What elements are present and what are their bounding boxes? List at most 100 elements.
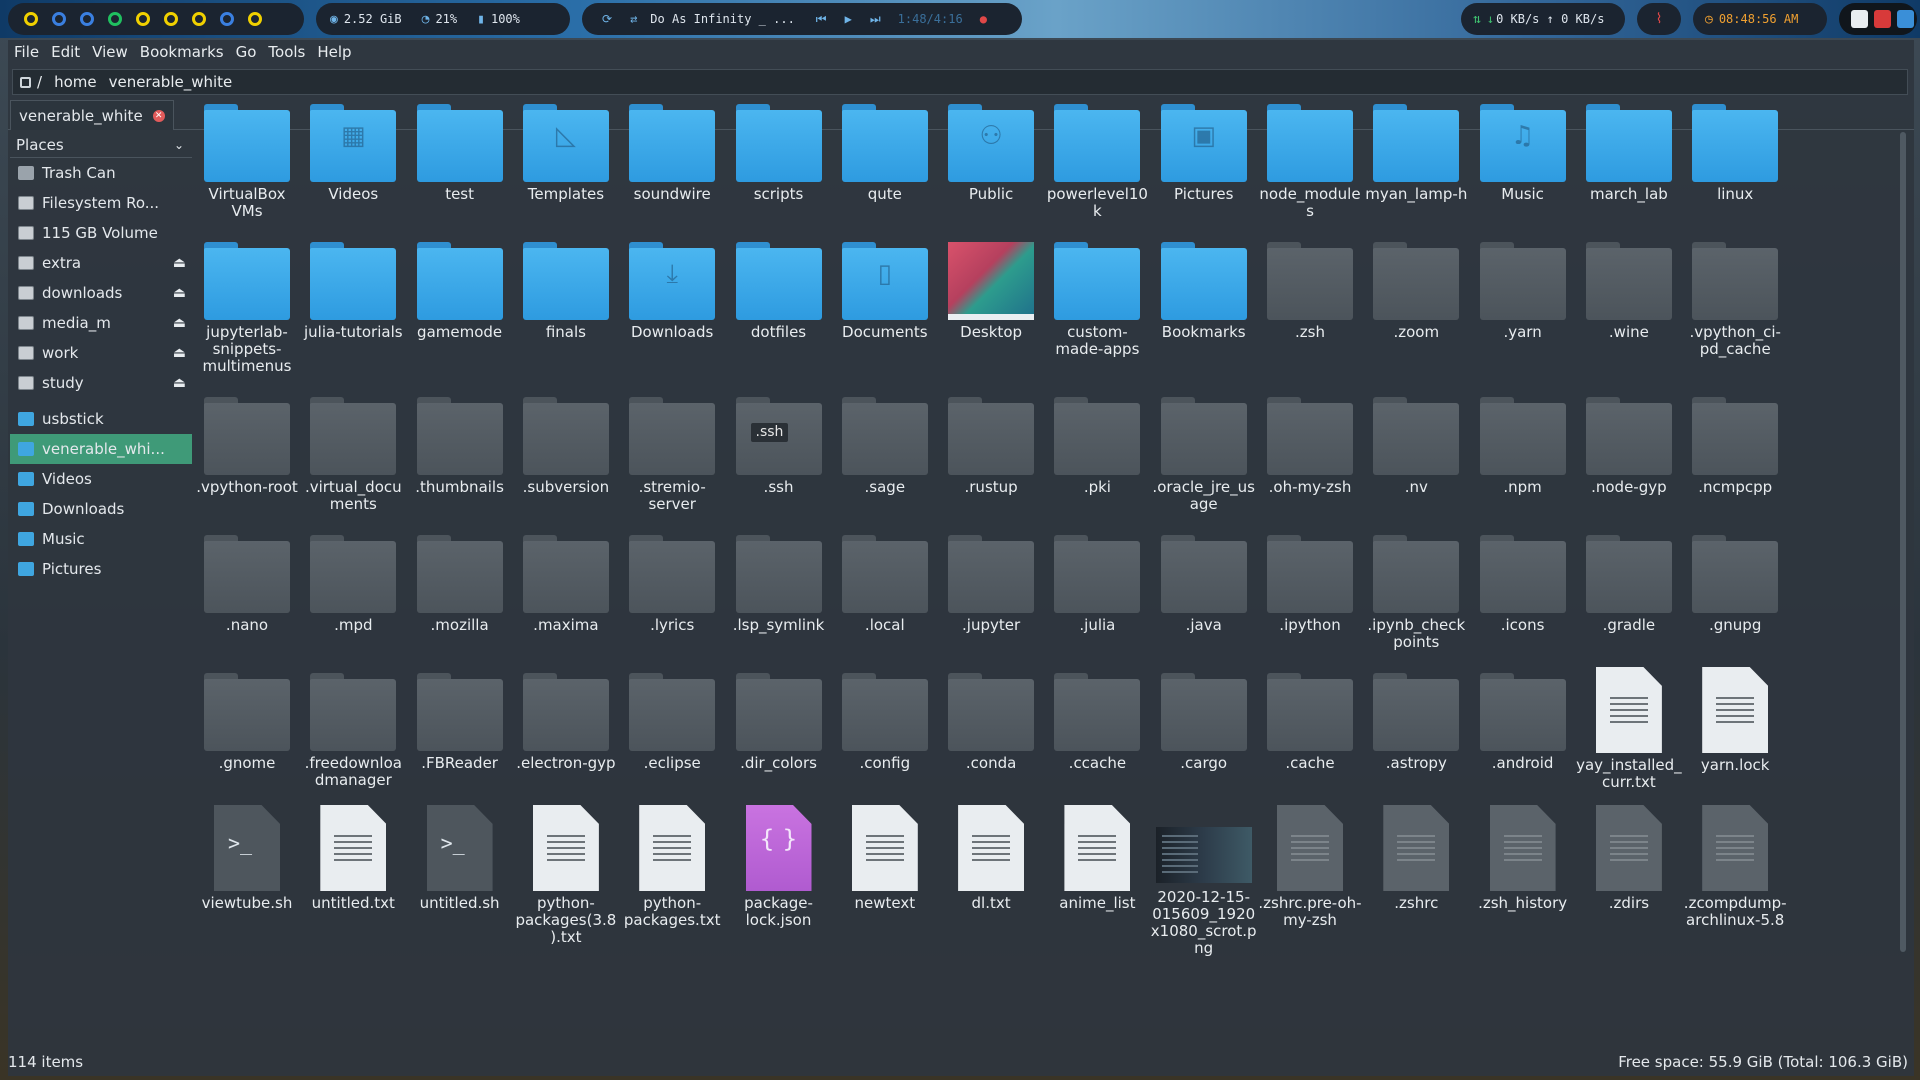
- file-item[interactable]: .conda: [938, 673, 1044, 772]
- file-item[interactable]: VirtualBox VMs: [194, 104, 300, 220]
- file-item[interactable]: ⤓ Downloads: [619, 242, 725, 341]
- file-item[interactable]: .android: [1470, 673, 1576, 772]
- sidebar-bookmark-downloads[interactable]: Downloads: [10, 494, 192, 524]
- file-item[interactable]: .FBReader: [407, 673, 513, 772]
- file-item[interactable]: gamemode: [407, 242, 513, 341]
- shuffle-icon[interactable]: ⇄: [630, 12, 637, 26]
- file-item[interactable]: .gradle: [1576, 535, 1682, 634]
- file-item[interactable]: .zdirs: [1576, 805, 1682, 912]
- file-item[interactable]: .julia: [1044, 535, 1150, 634]
- sidebar-item-study[interactable]: study ⏏: [10, 368, 192, 398]
- file-item[interactable]: .cache: [1257, 673, 1363, 772]
- workspace-indicator-7[interactable]: [192, 12, 206, 26]
- menu-go[interactable]: Go: [230, 43, 263, 61]
- file-item[interactable]: dl.txt: [938, 805, 1044, 912]
- file-item[interactable]: .sage: [832, 397, 938, 496]
- sidebar-item-extra[interactable]: extra ⏏: [10, 248, 192, 278]
- file-item[interactable]: untitled.txt: [300, 805, 406, 912]
- file-item[interactable]: .stremio-server: [619, 397, 725, 513]
- file-item[interactable]: .zcompdump-archlinux-5.8: [1682, 805, 1788, 929]
- file-item[interactable]: .nv: [1363, 397, 1469, 496]
- file-item[interactable]: .vpython_ci-pd_cache: [1682, 242, 1788, 358]
- play-icon[interactable]: ▶: [845, 12, 852, 26]
- workspace-indicator-3[interactable]: [80, 12, 94, 26]
- file-item[interactable]: .wine: [1576, 242, 1682, 341]
- workspace-indicator-2[interactable]: [52, 12, 66, 26]
- sidebar-item-downloads[interactable]: downloads ⏏: [10, 278, 192, 308]
- file-item[interactable]: .thumbnails: [407, 397, 513, 496]
- menu-tools[interactable]: Tools: [262, 43, 311, 61]
- file-item[interactable]: .gnome: [194, 673, 300, 772]
- next-track-icon[interactable]: ⏭: [870, 12, 881, 27]
- file-item[interactable]: .zoom: [1363, 242, 1469, 341]
- path-root[interactable]: /: [31, 73, 48, 91]
- file-item[interactable]: .zsh_history: [1470, 805, 1576, 912]
- clock-widget[interactable]: ◷ 08:48:56 AM: [1693, 3, 1827, 35]
- file-item[interactable]: { } package-lock.json: [726, 805, 832, 929]
- file-item[interactable]: .local: [832, 535, 938, 634]
- sidebar-bookmark-usbstick[interactable]: usbstick: [10, 404, 192, 434]
- menu-help[interactable]: Help: [311, 43, 357, 61]
- file-item[interactable]: anime_list: [1044, 805, 1150, 912]
- menu-file[interactable]: File: [8, 43, 45, 61]
- vertical-scrollbar[interactable]: [1900, 132, 1906, 952]
- menu-bookmarks[interactable]: Bookmarks: [134, 43, 230, 61]
- file-item[interactable]: .dir_colors: [726, 673, 832, 772]
- file-item[interactable]: ▯ Documents: [832, 242, 938, 341]
- places-header[interactable]: Places ⌄: [10, 132, 192, 158]
- file-item[interactable]: .nano: [194, 535, 300, 634]
- file-item[interactable]: .ccache: [1044, 673, 1150, 772]
- file-item[interactable]: newtext: [832, 805, 938, 912]
- file-item[interactable]: .freedownloadmanager: [300, 673, 406, 789]
- file-item[interactable]: node_modules: [1257, 104, 1363, 220]
- file-item[interactable]: .ipython: [1257, 535, 1363, 634]
- file-item[interactable]: .pki: [1044, 397, 1150, 496]
- file-item[interactable]: .eclipse: [619, 673, 725, 772]
- file-item[interactable]: .astropy: [1363, 673, 1469, 772]
- sidebar-item-filesystem-ro-[interactable]: Filesystem Ro...: [10, 188, 192, 218]
- file-item[interactable]: .npm: [1470, 397, 1576, 496]
- file-item[interactable]: dotfiles: [726, 242, 832, 341]
- file-item[interactable]: finals: [513, 242, 619, 341]
- chevron-down-icon[interactable]: ⌄: [174, 138, 184, 152]
- wifi-indicator[interactable]: ⌇: [1637, 3, 1681, 35]
- file-item[interactable]: .lsp_symlink: [726, 535, 832, 634]
- file-item[interactable]: soundwire: [619, 104, 725, 203]
- sidebar-bookmark-venerable-whi-[interactable]: venerable_whi...: [10, 434, 192, 464]
- file-item[interactable]: .icons: [1470, 535, 1576, 634]
- previous-track-icon[interactable]: ⏮: [816, 12, 827, 27]
- menu-edit[interactable]: Edit: [45, 43, 86, 61]
- file-item[interactable]: Desktop: [938, 242, 1044, 341]
- repeat-icon[interactable]: ⟳: [602, 12, 612, 26]
- file-item[interactable]: qute: [832, 104, 938, 203]
- root-drive-icon[interactable]: [20, 76, 31, 88]
- tray-mail-icon[interactable]: [1874, 10, 1891, 28]
- file-item[interactable]: .yarn: [1470, 242, 1576, 341]
- sidebar-item-work[interactable]: work ⏏: [10, 338, 192, 368]
- sidebar-bookmark-music[interactable]: Music: [10, 524, 192, 554]
- path-segment-current[interactable]: venerable_white: [103, 73, 239, 91]
- tray-window-icon[interactable]: [1851, 10, 1868, 28]
- file-item[interactable]: .oracle_jre_usage: [1151, 397, 1257, 513]
- file-item[interactable]: custom-made-apps: [1044, 242, 1150, 358]
- file-item[interactable]: .maxima: [513, 535, 619, 634]
- file-item[interactable]: .ssh .ssh: [726, 397, 832, 496]
- sidebar-bookmark-pictures[interactable]: Pictures: [10, 554, 192, 584]
- sidebar-bookmark-videos[interactable]: Videos: [10, 464, 192, 494]
- file-item[interactable]: .zshrc: [1363, 805, 1469, 912]
- file-item[interactable]: Bookmarks: [1151, 242, 1257, 341]
- file-item[interactable]: .vpython-root: [194, 397, 300, 496]
- file-item[interactable]: scripts: [726, 104, 832, 203]
- file-item[interactable]: march_lab: [1576, 104, 1682, 203]
- file-item[interactable]: .node-gyp: [1576, 397, 1682, 496]
- workspace-indicator-5[interactable]: [136, 12, 150, 26]
- file-item[interactable]: .lyrics: [619, 535, 725, 634]
- file-item[interactable]: .zsh: [1257, 242, 1363, 341]
- file-item[interactable]: .electron-gyp: [513, 673, 619, 772]
- workspace-indicator-6[interactable]: [164, 12, 178, 26]
- file-item[interactable]: powerlevel10k: [1044, 104, 1150, 220]
- tab-venerable-white[interactable]: venerable_white ✕: [10, 100, 174, 130]
- file-item[interactable]: .cargo: [1151, 673, 1257, 772]
- workspace-indicator-8[interactable]: [220, 12, 234, 26]
- file-item[interactable]: python-packages(3.8).txt: [513, 805, 619, 946]
